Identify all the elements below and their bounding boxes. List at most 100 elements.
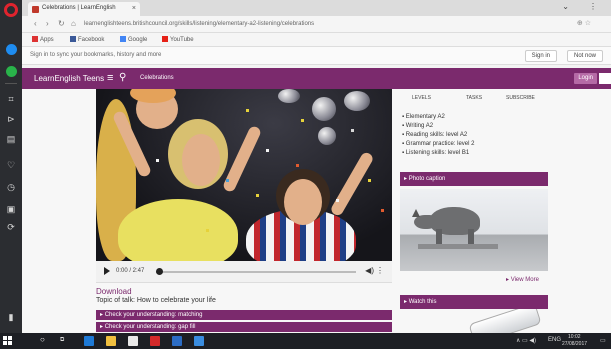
download-link[interactable]: Download [96,287,132,296]
site-favicon-icon [32,6,39,13]
browser-sidebar: ⌗ ⊳ ▤ ♡ ◷ ▣ ⟳ ▮ [0,0,22,333]
info-bar: Sign in to sync your bookmarks, history … [22,47,611,65]
edge-icon[interactable] [84,336,94,346]
list-item[interactable]: ▪ Elementary A2 [402,113,548,122]
confetti [301,119,304,122]
view-more-link[interactable]: ▸ View More [506,276,539,283]
search-icon[interactable]: ⚲ [119,72,126,83]
sidebar-divider [5,83,17,84]
raised-arm [329,150,375,218]
header-link[interactable]: Celebrations [140,75,174,81]
confetti [368,179,371,182]
list-item[interactable]: ▪ Reading skills: level A2 [402,131,548,140]
list-item[interactable]: ▪ Listening skills: level B1 [402,149,548,158]
audio-progress-knob[interactable] [156,268,163,275]
check-understanding-gapfill[interactable]: ▸ Check your understanding: gap fill [96,322,392,332]
screen: ⌗ ⊳ ▤ ♡ ◷ ▣ ⟳ ▮ Celebrations | LearnEngl… [0,0,611,349]
play-icon[interactable] [104,267,110,275]
disco-ball [278,89,300,103]
page-content: 0:00 / 2:47 ◀) ⋮ Download Topic of talk:… [22,89,611,333]
tab-tasks[interactable]: TASKS [466,95,482,101]
reload-icon[interactable]: ↻ [58,19,65,28]
bookmarks-icon[interactable]: ♡ [6,160,16,170]
sidebar-settings-icon[interactable]: ▮ [6,312,16,322]
address-bar: ‹ › ↻ ⌂ learnenglishteens.britishcouncil… [22,16,611,33]
back-icon[interactable]: ‹ [34,19,37,28]
opera-taskbar-icon[interactable] [150,336,160,346]
cortana-icon[interactable]: ○ [40,335,45,344]
bookmark-apps[interactable]: Apps [32,36,54,43]
watch-this-bar[interactable]: ▸ Watch this [400,295,548,309]
check-understanding-matching[interactable]: ▸ Check your understanding: matching [96,310,392,320]
extensions-icon[interactable]: ▣ [6,204,16,214]
language-indicator[interactable]: ENG [548,337,561,343]
taskbar: ○ ⧉ ∧ ▭ ◀) ENG 10:02 27/08/2017 ▭ [0,333,611,349]
windows-start-icon[interactable] [3,336,13,346]
bookmark-google[interactable]: Google [120,36,147,43]
pedestal [418,244,498,249]
tab-levels[interactable]: LEVELS [412,95,431,101]
extensions-menu-icon[interactable]: ⊕ ☆ [577,19,591,27]
word-icon[interactable] [172,336,182,346]
tab-subscribe[interactable]: SUBSCRIBE [506,95,535,101]
home-icon[interactable]: ⌂ [71,19,76,28]
person-yellow-dress [118,199,238,261]
bookmark-youtube[interactable]: YouTube [162,36,194,43]
topic-text: Topic of talk: How to celebrate your lif… [96,297,216,304]
telescope [468,309,542,333]
confetti [296,164,299,167]
tab-close-icon[interactable]: × [132,5,136,12]
rhino-head [414,215,436,229]
list-item[interactable]: ▪ Writing A2 [402,122,548,131]
audio-progress-track[interactable] [156,271,356,273]
bookmarks-bar: Apps Facebook Google YouTube [22,33,611,47]
confetti [156,159,159,162]
history-icon[interactable]: ◷ [6,182,16,192]
file-explorer-icon[interactable] [106,336,116,346]
site-logo[interactable]: LearnEnglish Teens [34,74,104,83]
volume-icon[interactable]: ◀) [365,266,374,275]
rhino-leg [468,229,474,245]
telescope-photo[interactable] [400,309,548,333]
clock-time[interactable]: 10:02 [568,334,581,340]
menu-icon[interactable]: ≡ [107,72,113,84]
notifications-icon[interactable]: ▭ [600,337,606,344]
messenger-icon[interactable] [6,44,17,55]
news-icon[interactable]: ▤ [6,134,16,144]
clock-date[interactable]: 27/08/2017 [562,341,587,347]
task-view-icon[interactable]: ⧉ [60,337,64,344]
rhino-photo[interactable] [400,189,548,271]
url-field[interactable]: learnenglishteens.britishcouncil.org/ski… [84,19,524,30]
minimize-icon[interactable]: ⌄ [562,2,569,11]
tab-bar: Celebrations | LearnEnglish × ⌄ ⋮ [22,0,611,16]
opera-logo-icon[interactable] [4,3,18,17]
face [284,179,322,225]
rhino-horn [412,209,420,217]
whatsapp-icon[interactable] [6,66,17,77]
facebook-icon [70,36,76,42]
not-now-button[interactable]: Not now [566,50,603,62]
signup-button-edge[interactable] [599,73,611,84]
youtube-icon [162,36,168,42]
photo-caption-bar[interactable]: ▸ Photo caption [400,172,548,186]
store-icon[interactable] [128,336,138,346]
forward-icon[interactable]: › [46,19,49,28]
app-icon[interactable] [194,336,204,346]
login-button[interactable]: Login [574,73,597,84]
window-menu-icon[interactable]: ⋮ [589,2,597,11]
speed-dial-icon[interactable]: ⊳ [6,114,16,124]
rhino-leg [436,229,442,245]
system-tray-icons[interactable]: ∧ ▭ ◀) [516,337,536,344]
sign-in-button[interactable]: Sign in [524,50,557,62]
tab-title: Celebrations | LearnEnglish [42,5,116,11]
sidebar-tabs: LEVELS TASKS SUBSCRIBE [400,95,548,107]
bookmark-facebook[interactable]: Facebook [70,36,104,43]
more-options-icon[interactable]: ⋮ [376,266,384,275]
snapshot-icon[interactable]: ⌗ [6,94,16,104]
browser-tab[interactable]: Celebrations | LearnEnglish × [28,2,140,16]
downloads-icon[interactable]: ⟳ [6,222,16,232]
list-item[interactable]: ▪ Grammar practice: level 2 [402,140,548,149]
audio-time: 0:00 / 2:47 [116,268,145,274]
confetti [206,229,209,232]
apps-icon [32,36,38,42]
